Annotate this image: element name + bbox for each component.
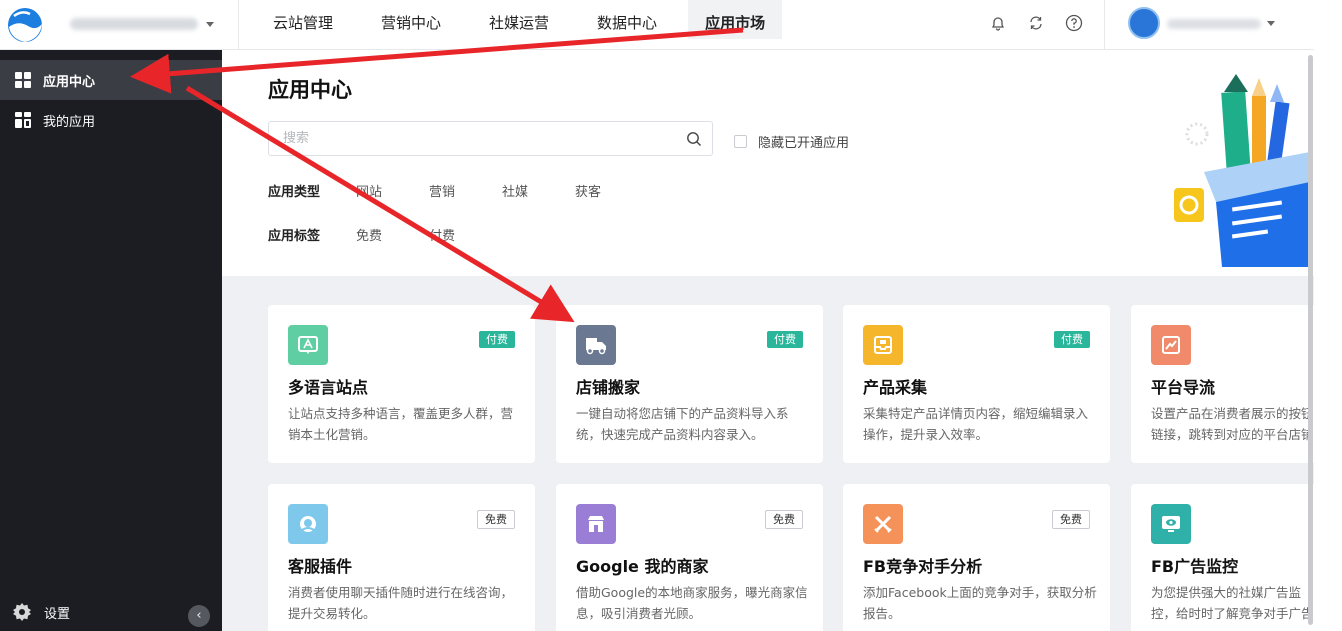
app-description: 添加Facebook上面的竞争对手，获取分析报告。	[863, 585, 1097, 621]
nav-site-management[interactable]: 云站管理	[256, 0, 350, 50]
search-icon[interactable]	[686, 131, 702, 147]
search-box	[268, 121, 713, 156]
app-center-illustration	[1174, 74, 1310, 267]
app-tag-label: 应用标签	[268, 229, 321, 244]
app-description: 为您提供强大的社媒广告监控，给时时了解竞争对手广告投放	[1151, 585, 1314, 621]
app-type-label: 应用类型	[268, 185, 321, 200]
free-badge: 免费	[477, 510, 515, 529]
nav-marketing-center[interactable]: 营销中心	[364, 0, 458, 50]
apps-icon	[15, 112, 31, 128]
language-icon	[288, 325, 328, 365]
app-card[interactable]: 免费 FB竞争对手分析 添加Facebook上面的竞争对手，获取分析报告。	[843, 484, 1110, 631]
app-name: FB广告监控	[1151, 557, 1239, 576]
help-icon[interactable]	[1064, 13, 1084, 33]
nav-social-media[interactable]: 社媒运营	[472, 0, 566, 50]
app-card[interactable]: 免费 Google 我的商家 借助Google的本地商家服务，曝光商家信息，吸引…	[556, 484, 823, 631]
gear-icon	[13, 603, 31, 621]
paid-badge: 付费	[1054, 331, 1090, 348]
truck-icon	[576, 325, 616, 365]
sidebar: 应用中心 我的应用 ‹	[0, 50, 222, 631]
free-badge: 免费	[765, 510, 803, 529]
app-name: 产品采集	[863, 378, 928, 397]
app-card[interactable]: 付费 产品采集 采集特定产品详情页内容，缩短编辑录入操作，提升录入效率。	[843, 305, 1110, 463]
app-card[interactable]: 付费 店铺搬家 一键自动将您店铺下的产品资料导入系统，快速完成产品资料内容录入。	[556, 305, 823, 463]
settings-label: 设置	[44, 606, 71, 622]
user-name[interactable]	[1167, 19, 1261, 29]
divider	[1104, 0, 1105, 50]
eye-icon	[1151, 504, 1191, 544]
divider	[238, 0, 239, 50]
refresh-icon[interactable]	[1026, 13, 1046, 33]
inbox-icon	[863, 325, 903, 365]
app-name: 平台导流	[1151, 378, 1216, 397]
app-card[interactable]: FB广告监控 为您提供强大的社媒广告监控，给时时了解竞争对手广告投放	[1131, 484, 1314, 631]
hide-opened-checkbox[interactable]	[734, 135, 747, 148]
filter-tag-free[interactable]: 免费	[356, 225, 429, 244]
sidebar-item-app-center[interactable]: 应用中心	[0, 60, 222, 100]
app-card[interactable]: 免费 客服插件 消费者使用聊天插件随时进行在线咨询，提升交易转化。	[268, 484, 535, 631]
app-name: 店铺搬家	[576, 378, 641, 397]
app-name: Google 我的商家	[576, 557, 709, 576]
free-badge: 免费	[1052, 510, 1090, 529]
app-card[interactable]: 付费 多语言站点 让站点支持多种语言，覆盖更多人群，营销本土化营销。	[268, 305, 535, 463]
app-description: 设置产品在消费者展示的按钮链接，跳转到对应的平台店铺	[1151, 406, 1314, 442]
app-center-header-panel: 应用中心 隐藏已开通应用 应用类型 网站 营销 社媒 获客 应用标签 免费 付费	[222, 50, 1314, 276]
app-name: 多语言站点	[288, 378, 369, 397]
grid-icon	[15, 72, 31, 88]
app-type-filter: 应用类型 网站 营销 社媒 获客	[268, 181, 648, 200]
hide-opened-label: 隐藏已开通应用	[758, 136, 850, 151]
chevron-down-icon[interactable]	[1267, 21, 1275, 26]
filter-type-social[interactable]: 社媒	[502, 181, 575, 200]
hide-opened-apps-option[interactable]: 隐藏已开通应用	[734, 132, 849, 151]
filter-type-acquisition[interactable]: 获客	[575, 181, 648, 200]
app-description: 一键自动将您店铺下的产品资料导入系统，快速完成产品资料内容录入。	[576, 406, 789, 442]
app-description: 采集特定产品详情页内容，缩短编辑录入操作，提升录入效率。	[863, 406, 1089, 442]
settings-button[interactable]: 设置	[12, 602, 70, 622]
app-description: 消费者使用聊天插件随时进行在线咨询，提升交易转化。	[288, 585, 514, 621]
app-name: 客服插件	[288, 557, 353, 576]
app-card[interactable]: 平台导流 设置产品在消费者展示的按钮链接，跳转到对应的平台店铺	[1131, 305, 1314, 463]
app-tag-filter: 应用标签 免费 付费	[268, 225, 502, 244]
bell-icon[interactable]	[988, 13, 1008, 33]
filter-tag-paid[interactable]: 付费	[429, 225, 502, 244]
avatar[interactable]	[1128, 7, 1160, 39]
page-title: 应用中心	[268, 78, 352, 102]
collapse-sidebar-button[interactable]: ‹	[188, 605, 210, 627]
site-name	[70, 18, 198, 30]
site-selector[interactable]	[70, 14, 220, 34]
app-description: 让站点支持多种语言，覆盖更多人群，营销本土化营销。	[288, 406, 514, 442]
scrollbar[interactable]	[1308, 55, 1313, 625]
top-nav: 云站管理 营销中心 社媒运营 数据中心 应用市场	[256, 0, 796, 50]
nav-app-market[interactable]: 应用市场	[688, 0, 783, 39]
store-icon	[576, 504, 616, 544]
headset-icon	[288, 504, 328, 544]
top-bar: 云站管理 营销中心 社媒运营 数据中心 应用市场	[0, 0, 1314, 50]
chevron-down-icon	[206, 21, 214, 27]
swords-icon	[863, 504, 903, 544]
paid-badge: 付费	[767, 331, 803, 348]
sidebar-item-label: 应用中心	[43, 74, 96, 90]
top-icons	[988, 13, 1084, 33]
brand-logo-icon[interactable]	[6, 6, 44, 44]
sidebar-item-my-apps[interactable]: 我的应用	[0, 100, 222, 140]
paid-badge: 付费	[479, 331, 515, 348]
chart-icon	[1151, 325, 1191, 365]
app-description: 借助Google的本地商家服务，曝光商家信息，吸引消费者光顾。	[576, 585, 808, 621]
search-input[interactable]	[269, 122, 669, 155]
nav-data-center[interactable]: 数据中心	[580, 0, 674, 50]
filter-type-marketing[interactable]: 营销	[429, 181, 502, 200]
window-edge	[1314, 0, 1342, 631]
app-name: FB竞争对手分析	[863, 557, 983, 576]
filter-type-website[interactable]: 网站	[356, 181, 429, 200]
sidebar-item-label: 我的应用	[43, 114, 96, 130]
